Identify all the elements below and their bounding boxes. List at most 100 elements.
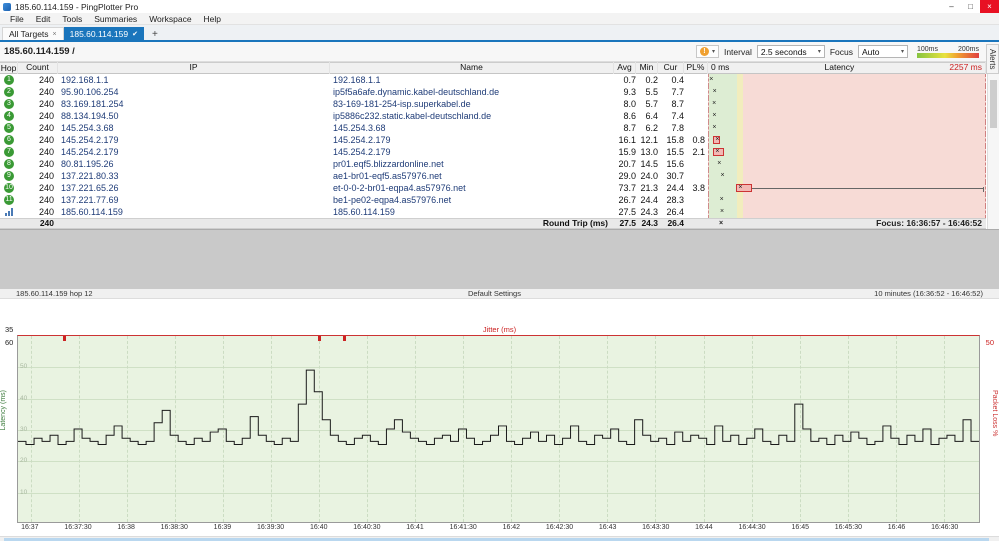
- col-header-count[interactable]: Count: [18, 62, 58, 74]
- hop-ip: 145.254.3.68: [61, 123, 114, 133]
- menu-bar: File Edit Tools Summaries Workspace Help: [0, 13, 999, 25]
- hop-min: 5.7: [645, 99, 658, 109]
- latency-color-legend: 100ms 200ms: [917, 46, 979, 58]
- hop-min: 5.5: [645, 87, 658, 97]
- interval-select[interactable]: 2.5 seconds ▾: [756, 45, 825, 58]
- latency-header-label: Latency: [824, 62, 855, 72]
- alerts-panel-tab[interactable]: Alerts: [986, 44, 999, 74]
- hop-cell: 4: [0, 110, 18, 122]
- hop-count: 240: [38, 171, 54, 181]
- table-row[interactable]: 9 240 137.221.80.33 ae1-br01-eqf5.as57976.n…: [0, 170, 986, 182]
- hop-latency-graph: ×: [708, 158, 986, 170]
- table-row[interactable]: 5 240 145.254.3.68 145.254.3.68 8.7 6.2 7.8 ×: [0, 122, 986, 134]
- time-tick-label: 16:43:30: [642, 524, 670, 531]
- table-row[interactable]: 1 240 192.168.1.1 192.168.1.1 0.7 0.2 0.4 ×: [0, 74, 986, 86]
- menu-summaries[interactable]: Summaries: [88, 14, 143, 24]
- hop-latency-graph: ×: [708, 122, 986, 134]
- vertical-scrollbar-thumb[interactable]: [990, 80, 997, 128]
- minmax-whisker: [742, 187, 984, 192]
- menu-workspace[interactable]: Workspace: [143, 14, 197, 24]
- minimize-button[interactable]: –: [942, 0, 961, 13]
- latency-marker: ×: [712, 100, 717, 108]
- latency-marker: ×: [712, 112, 717, 120]
- roundtrip-avg: 27.5: [619, 218, 636, 228]
- new-tab-button[interactable]: +: [148, 29, 162, 40]
- hop-min: 0.2: [645, 75, 658, 85]
- table-row[interactable]: 6 240 145.254.2.179 145.254.2.179 16.1 12.1 15…: [0, 134, 986, 146]
- alert-icon: !: [699, 47, 709, 56]
- time-tick-label: 16:41:30: [449, 524, 477, 531]
- table-row[interactable]: 8 240 80.81.195.26 pr01.eqf5.blizzardonline…: [0, 158, 986, 170]
- timeline-settings-label[interactable]: Default Settings: [220, 289, 769, 298]
- hop-ip: 88.134.194.50: [61, 111, 119, 121]
- hop-name: 145.254.2.179: [333, 147, 391, 157]
- hop-name: 145.254.3.68: [333, 123, 386, 133]
- horizontal-scrollbar[interactable]: [0, 536, 999, 541]
- hop-cur: 28.3: [666, 195, 684, 205]
- hop-rows: 1 240 192.168.1.1 192.168.1.1 0.7 0.2 0.4 × 2 240…: [0, 74, 986, 218]
- timeline-graph-area: 60 50 Latency (ms) Packet Loss % 50 40 30 2…: [0, 335, 999, 533]
- col-header-ip[interactable]: IP: [58, 62, 330, 74]
- menu-tools[interactable]: Tools: [56, 14, 88, 24]
- col-header-latency[interactable]: 0 ms Latency 2257 ms: [708, 62, 986, 74]
- table-row[interactable]: 3 240 83.169.181.254 83-169-181-254-isp.sup…: [0, 98, 986, 110]
- hop-pl: [684, 206, 708, 218]
- window-title: 185.60.114.159 - PingPlotter Pro: [15, 1, 139, 12]
- hop-avg: 73.7: [618, 183, 636, 193]
- table-row[interactable]: 7 240 145.254.2.179 145.254.2.179 15.9 13.0 15…: [0, 146, 986, 158]
- table-row[interactable]: 10 240 137.221.65.26 et-0-0-2-br01-eqpa4.as…: [0, 182, 986, 194]
- hop-number-badge: 4: [4, 111, 14, 121]
- hop-cell: 3: [0, 98, 18, 110]
- hop-latency-graph: ×: [708, 98, 986, 110]
- roundtrip-cur: 26.4: [667, 218, 684, 228]
- hop-cell: 2: [0, 86, 18, 98]
- close-button[interactable]: ×: [980, 0, 999, 13]
- menu-edit[interactable]: Edit: [30, 14, 57, 24]
- focus-range-label: Focus: 16:36:57 - 16:46:52: [876, 218, 982, 228]
- col-header-pl[interactable]: PL%: [684, 62, 708, 74]
- hop-name: et-0-0-2-br01-eqpa4.as57976.net: [333, 183, 466, 193]
- table-row[interactable]: 4 240 88.134.194.50 ip5886c232.static.kabel…: [0, 110, 986, 122]
- focus-select[interactable]: Auto ▾: [858, 45, 908, 58]
- hop-count: 240: [38, 207, 54, 217]
- maximize-button[interactable]: □: [961, 0, 980, 13]
- menu-help[interactable]: Help: [198, 14, 227, 24]
- hop-cur: 24.4: [666, 183, 684, 193]
- col-header-name[interactable]: Name: [330, 62, 614, 74]
- time-tick-label: 16:40:30: [353, 524, 381, 531]
- menu-file[interactable]: File: [4, 14, 30, 24]
- time-tick-label: 16:41: [406, 524, 424, 531]
- chevron-down-icon: ▾: [900, 49, 904, 55]
- timeline-header: 185.60.114.159 hop 12 Default Settings 1…: [0, 289, 999, 299]
- roundtrip-hop-cell: [0, 218, 18, 229]
- focus-value: Auto: [862, 46, 880, 57]
- tab-all-targets[interactable]: All Targets ×: [2, 27, 64, 40]
- hop-name: ip5f5a6afe.dynamic.kabel-deutschland.de: [333, 87, 500, 97]
- table-row[interactable]: 2 240 95.90.106.254 ip5f5a6afe.dynamic.kabe…: [0, 86, 986, 98]
- hop-latency-graph: ×: [708, 170, 986, 182]
- table-row[interactable]: 240 185.60.114.159 185.60.114.159 27.5 24.3 2…: [0, 206, 986, 218]
- target-graph-icon: [5, 208, 13, 216]
- tab-target[interactable]: 185.60.114.159 ✔: [63, 27, 144, 40]
- col-header-hop[interactable]: Hop: [0, 62, 18, 74]
- time-tick-label: 16:37: [21, 524, 39, 531]
- legend-gradient-bar: [917, 52, 979, 58]
- vertical-scrollbar[interactable]: [987, 74, 999, 229]
- table-row[interactable]: 11 240 137.221.77.69 be1-pe02-eqpa4.as57976…: [0, 194, 986, 206]
- hop-number-badge: 3: [4, 99, 14, 109]
- alert-state-button[interactable]: ! ▾: [695, 45, 719, 58]
- hop-ip: 145.254.2.179: [61, 147, 119, 157]
- hop-cell: 9: [0, 170, 18, 182]
- timeline-plot[interactable]: 50 40 30 20 10: [17, 335, 980, 523]
- roundtrip-count: 240: [39, 218, 54, 228]
- hop-avg: 20.7: [618, 159, 636, 169]
- col-header-avg[interactable]: Avg: [614, 62, 636, 74]
- hop-name: 192.168.1.1: [333, 75, 381, 85]
- timeline-target-label[interactable]: 185.60.114.159 hop 12: [0, 289, 220, 298]
- hop-avg: 15.9: [618, 147, 636, 157]
- tab-close-icon[interactable]: ×: [53, 31, 57, 38]
- latency-marker: ×: [738, 184, 743, 192]
- hop-number-badge: 7: [4, 147, 14, 157]
- col-header-cur[interactable]: Cur: [658, 62, 684, 74]
- col-header-min[interactable]: Min: [636, 62, 658, 74]
